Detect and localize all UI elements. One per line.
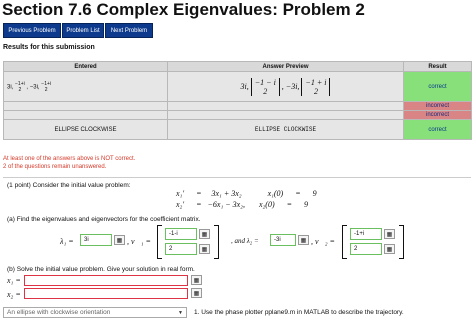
lambda1-input[interactable]: 3i bbox=[80, 234, 112, 246]
col-result: Result bbox=[403, 61, 472, 72]
x2-label: x₂ = bbox=[7, 290, 21, 299]
lambda1-label: λ₁ = bbox=[60, 237, 74, 246]
preview-cell-1: 3i, −1 − i2 , −3i, −1 + i2 bbox=[167, 71, 404, 102]
lambda2-input[interactable]: -3i bbox=[270, 234, 296, 246]
divider bbox=[3, 177, 471, 178]
results-table: Entered Answer Preview Result 3i, −1+i 2 … bbox=[3, 61, 472, 140]
result-cell-4: correct bbox=[403, 119, 472, 140]
entered-cell-4: ELLIPSE CLOCKWISE bbox=[3, 119, 168, 140]
warning-not-correct: At least one of the answers above is NOT… bbox=[3, 156, 136, 162]
warning-unanswered: 2 of the questions remain unanswered. bbox=[3, 164, 107, 170]
result-cell-1: correct bbox=[403, 71, 472, 102]
preview-cell-4: ELLIPSE CLOCKWISE bbox=[167, 119, 404, 140]
preview-cell-2 bbox=[167, 101, 404, 111]
keyboard-icon[interactable]: ▦ bbox=[384, 244, 395, 254]
preview-cell-3 bbox=[167, 110, 404, 120]
equation-1: x₁′ = 3x₁ + 3x₂ x₁(0) = 9 bbox=[176, 189, 317, 198]
page-title: Section 7.6 Complex Eigenvalues: Problem… bbox=[2, 0, 365, 19]
v1-top-input[interactable]: -1-i bbox=[165, 228, 197, 240]
v2-top-input[interactable]: -1+i bbox=[350, 228, 382, 240]
v1-label: , v⃗₁ = bbox=[127, 237, 151, 246]
col-preview: Answer Preview bbox=[167, 61, 404, 72]
x2-input[interactable] bbox=[24, 288, 188, 299]
v2-left-bracket bbox=[342, 225, 347, 259]
entered-cell-2 bbox=[3, 101, 168, 111]
equation-2: x₂′ = −6x₁ − 3x₂, x₂(0) = 9 bbox=[176, 200, 309, 209]
part-c-label: 1. Use the phase plotter pplane9.m in MA… bbox=[194, 309, 404, 316]
part-b-label: (b) Solve the initial value problem. Giv… bbox=[7, 266, 195, 273]
x1-label: x₁ = bbox=[7, 276, 21, 285]
previous-problem-button[interactable]: Previous Problem bbox=[3, 23, 61, 38]
result-cell-2: incorrect bbox=[403, 101, 472, 111]
chevron-down-icon: ▼ bbox=[178, 309, 183, 316]
problem-list-button[interactable]: Problem List bbox=[62, 23, 104, 38]
keyboard-icon[interactable]: ▦ bbox=[114, 235, 125, 245]
keyboard-icon[interactable]: ▦ bbox=[199, 229, 210, 239]
trajectory-select[interactable]: An ellipse with clockwise orientation ▼ bbox=[3, 307, 187, 318]
x1-input[interactable] bbox=[24, 275, 188, 286]
v1-bottom-input[interactable]: 2 bbox=[165, 243, 197, 255]
next-problem-button[interactable]: Next Problem bbox=[105, 23, 153, 38]
v1-left-bracket bbox=[157, 225, 162, 259]
problem-intro: (1 point) Consider the initial value pro… bbox=[7, 182, 131, 189]
v2-label: , v⃗₂ = bbox=[311, 237, 335, 246]
keyboard-icon[interactable]: ▦ bbox=[298, 235, 309, 245]
keyboard-icon[interactable]: ▦ bbox=[191, 288, 202, 298]
part-a-label: (a) Find the eigenvalues and eigenvector… bbox=[7, 216, 201, 223]
keyboard-icon[interactable]: ▦ bbox=[384, 229, 395, 239]
lambda2-label: , and λ₂ = bbox=[231, 237, 259, 245]
result-cell-3: incorrect bbox=[403, 110, 472, 120]
v2-right-bracket bbox=[399, 225, 404, 259]
keyboard-icon[interactable]: ▦ bbox=[191, 275, 202, 285]
keyboard-icon[interactable]: ▦ bbox=[199, 244, 210, 254]
entered-cell-1: 3i, −1+i 2 , −3i, −1+i 2 bbox=[3, 71, 168, 102]
v1-right-bracket bbox=[214, 225, 219, 259]
results-heading: Results for this submission bbox=[3, 44, 95, 51]
v2-bottom-input[interactable]: 2 bbox=[350, 243, 382, 255]
col-entered: Entered bbox=[3, 61, 168, 72]
entered-cell-3 bbox=[3, 110, 168, 120]
